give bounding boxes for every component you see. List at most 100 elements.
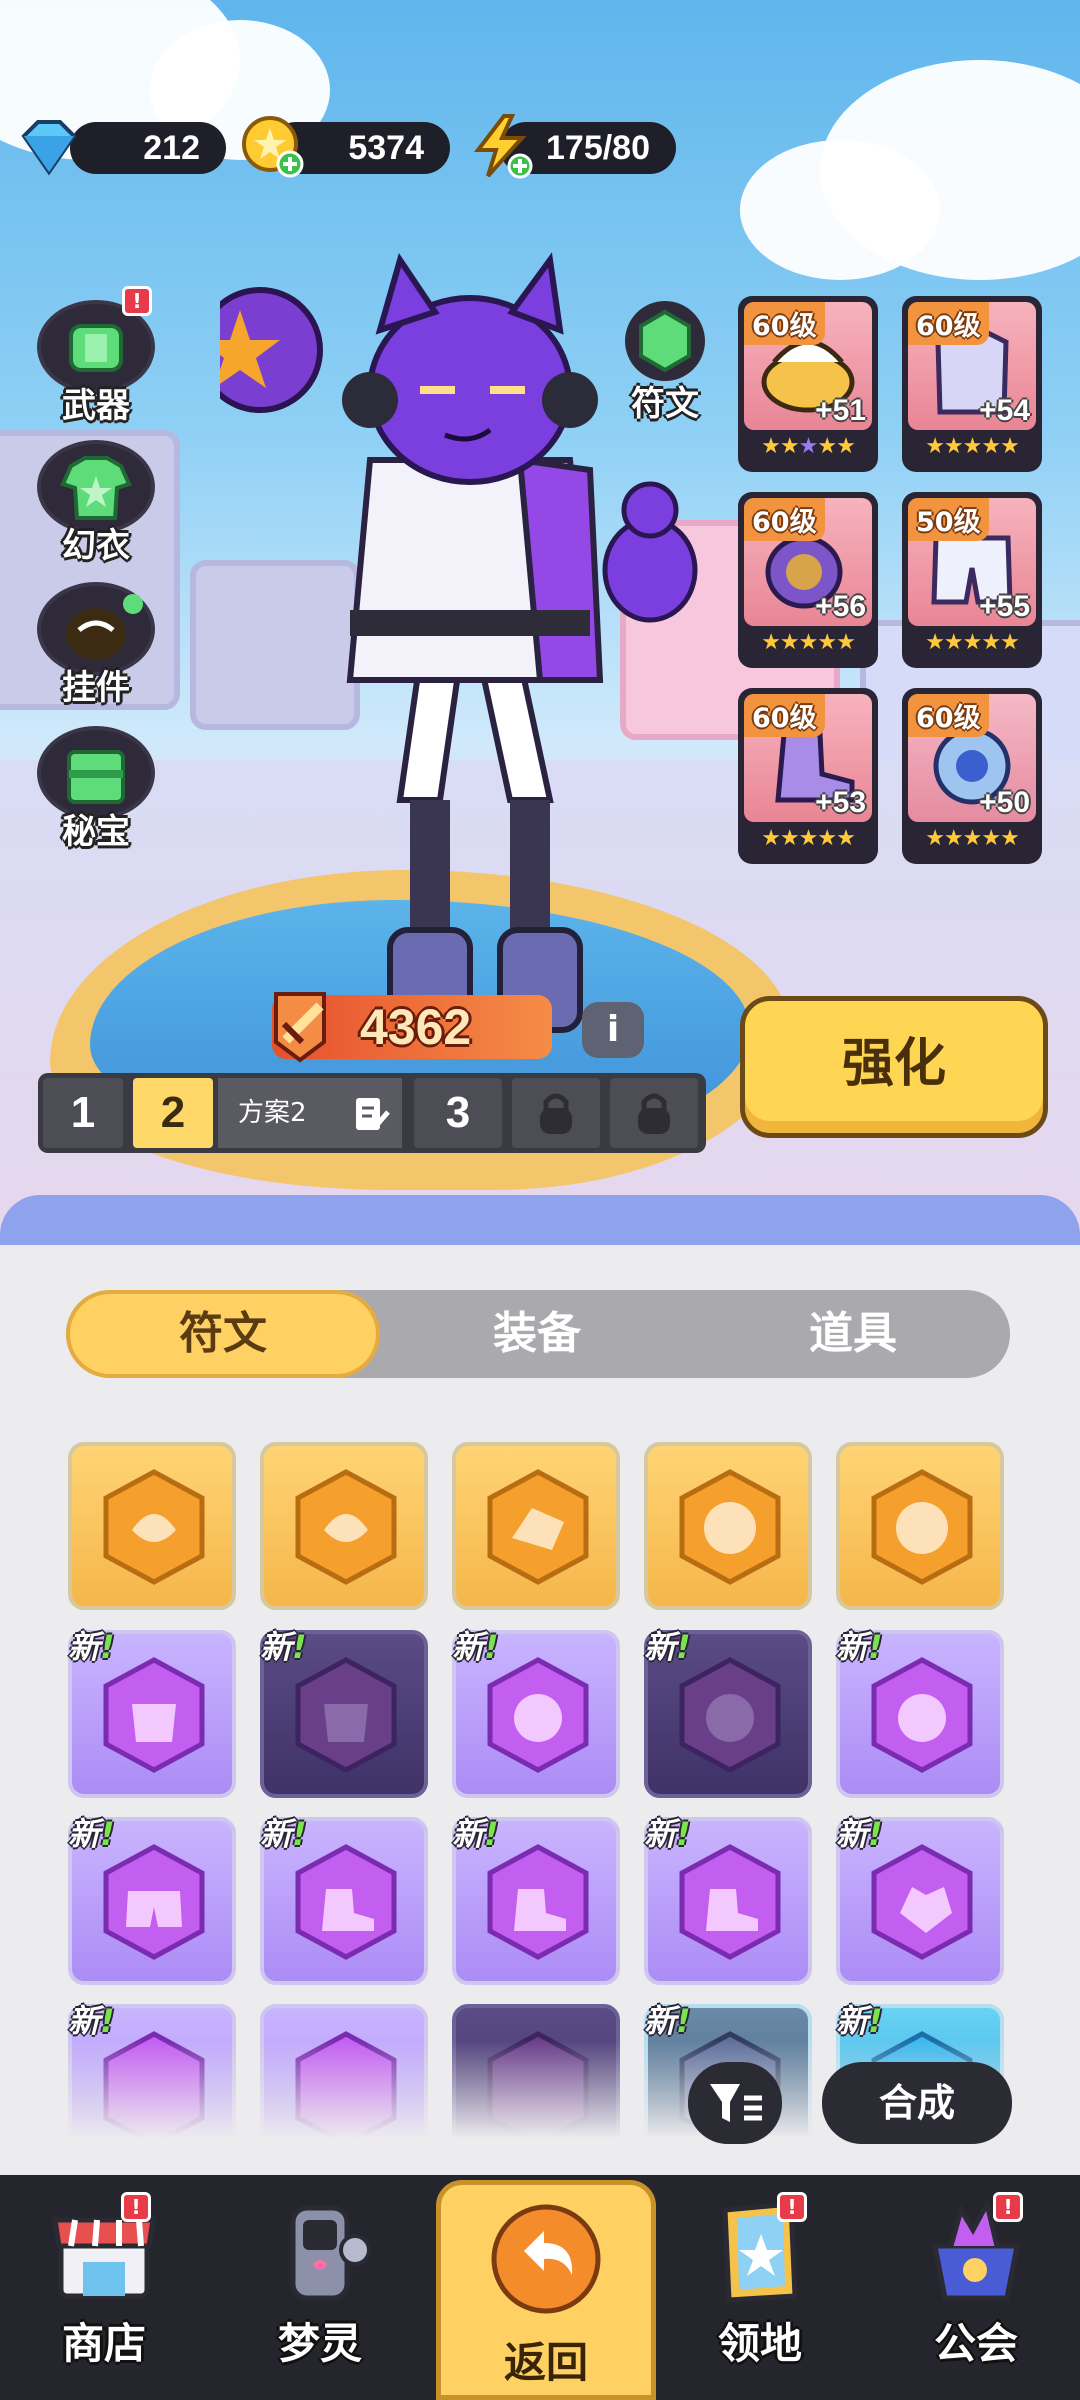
rune-gold-icon (679, 1469, 781, 1585)
new-badge: 新! (836, 1815, 883, 1853)
plan-5-locked[interactable] (610, 1078, 698, 1148)
coin-add-icon[interactable] (238, 112, 308, 182)
rune-slot[interactable] (452, 1442, 620, 1610)
gear-stars: ★★★★★ (761, 434, 856, 459)
nav-territory-label: 领地 (717, 2319, 802, 2368)
gear-enhance-level: +53 (815, 786, 866, 819)
edit-icon (356, 1098, 390, 1130)
compose-button[interactable]: 合成 (822, 2062, 1012, 2144)
gear-stars: ★★★★★ (925, 826, 1020, 851)
nav-territory[interactable]: ! 领地 (660, 2190, 860, 2400)
rune-slot[interactable]: 新! (68, 1815, 236, 1985)
rune-slot[interactable]: 新! (836, 1628, 1004, 1798)
treasure-button[interactable]: 秘宝 (36, 726, 156, 866)
new-badge: 新! (452, 1628, 499, 1666)
outfit-label: 幻衣 (62, 526, 130, 566)
gear-stars: ★★★★★ (925, 434, 1020, 459)
nav-shop[interactable]: ! 商店 (4, 2190, 204, 2400)
plan-1-tab[interactable]: 1 (43, 1078, 123, 1148)
tab-runes[interactable]: 符文 (66, 1290, 380, 1378)
new-badge: 新! (68, 2002, 115, 2040)
rune-slot[interactable]: 新! (644, 1815, 812, 1985)
gear-enhance-level: +51 (815, 394, 866, 427)
guild-alert-badge: ! (993, 2192, 1023, 2222)
new-badge: 新! (836, 1628, 883, 1666)
pendant-label: 挂件 (62, 668, 130, 708)
gear-enhance-level: +54 (979, 394, 1030, 427)
gear-slot-bracer[interactable]: 60级 +56 ★★★★★ (738, 492, 878, 668)
gear-stars: ★★★★★ (761, 630, 856, 655)
rune-slot[interactable] (68, 1442, 236, 1610)
rune-purple-icon (487, 1844, 589, 1960)
dream-spirit-icon (290, 2205, 371, 2301)
outfit-button[interactable]: 幻衣 (36, 440, 156, 580)
gems-counter: 212 (70, 122, 226, 174)
rune-slot-equipped[interactable]: 新! (644, 1628, 812, 1798)
plan-2-tab[interactable]: 2 (133, 1078, 213, 1148)
new-badge: 新! (260, 1815, 307, 1853)
weapon-button[interactable]: 武器 ! (36, 286, 156, 440)
rune-slot[interactable] (260, 1442, 428, 1610)
nav-guild[interactable]: ! 公会 (876, 2190, 1076, 2400)
rune-purple-icon (487, 1657, 589, 1773)
gear-slot-helmet[interactable]: 60级 +51 ★★★★★ (738, 296, 878, 472)
rune-slot[interactable]: 新! (452, 1628, 620, 1798)
new-badge: 新! (260, 1628, 307, 1666)
pendant-button[interactable]: 挂件 (36, 582, 156, 722)
rune-slot[interactable] (644, 1442, 812, 1610)
territory-alert-badge: ! (777, 2192, 807, 2222)
rune-slot[interactable]: 新! (836, 1815, 1004, 1985)
new-badge: 新! (68, 1628, 115, 1666)
gear-level: 60级 (744, 694, 825, 737)
gear-slot-accessory[interactable]: 60级 +50 ★★★★★ (902, 688, 1042, 864)
rune-slot[interactable]: 新! (452, 1815, 620, 1985)
rune-purple-icon (679, 1844, 781, 1960)
rune-purple-icon (871, 1844, 973, 1960)
rune-slot-equipped[interactable]: 新! (260, 1628, 428, 1798)
new-badge: 新! (68, 1815, 115, 1853)
nav-back-label: 返回 (503, 2338, 588, 2387)
info-button[interactable]: i (582, 1002, 644, 1058)
plan-name-edit[interactable]: 方案2 (218, 1078, 402, 1148)
gear-slot-armor[interactable]: 60级 +54 ★★★★★ (902, 296, 1042, 472)
treasure-label: 秘宝 (62, 812, 130, 852)
gear-enhance-level: +56 (815, 590, 866, 623)
new-badge: 新! (836, 2002, 883, 2040)
gear-slot-pants[interactable]: 50级 +55 ★★★★★ (902, 492, 1042, 668)
new-badge: 新! (644, 2002, 691, 2040)
inventory-tabs: 符文 装备 道具 (66, 1290, 1010, 1378)
new-badge: 新! (452, 1815, 499, 1853)
new-badge: 新! (644, 1815, 691, 1853)
gem-icon (21, 120, 77, 176)
rune-gold-icon (871, 1469, 973, 1585)
rune-hexagon-icon (625, 301, 705, 381)
enhance-button[interactable]: 强化 (740, 996, 1048, 1138)
rune-purple-icon (103, 1844, 205, 1960)
filter-icon (710, 2084, 762, 2122)
tab-equipment[interactable]: 装备 (380, 1290, 694, 1378)
nav-dream-spirit[interactable]: 梦灵 (220, 2190, 420, 2400)
rune-purple-icon (295, 1844, 397, 1960)
plan-3-tab[interactable]: 3 (414, 1078, 502, 1148)
plan-selector: 1 2 方案2 3 (38, 1073, 706, 1153)
shop-alert-badge: ! (121, 2192, 151, 2222)
rune-slot[interactable]: 新! (260, 1815, 428, 1985)
rune-slot[interactable]: 新! (68, 1628, 236, 1798)
rune-dim-icon (679, 1657, 781, 1773)
rune-gold-icon (103, 1469, 205, 1585)
lock-icon (540, 1093, 572, 1134)
filter-button[interactable] (688, 2062, 782, 2144)
weapon-alert-badge: ! (122, 286, 152, 316)
plan-name-label: 方案2 (238, 1098, 307, 1128)
tab-items[interactable]: 道具 (696, 1290, 1010, 1378)
energy-add-icon[interactable] (466, 112, 536, 182)
rune-slot[interactable] (836, 1442, 1004, 1610)
rune-slot-button[interactable]: 符文 (612, 298, 718, 424)
rune-gold-icon (487, 1469, 589, 1585)
weapon-label: 武器 (62, 386, 130, 426)
plan-4-locked[interactable] (512, 1078, 600, 1148)
nav-back[interactable]: 返回 (436, 2180, 656, 2400)
gear-slot-boots[interactable]: 60级 +53 ★★★★★ (738, 688, 878, 864)
gear-enhance-level: +55 (979, 590, 1030, 623)
gear-level: 50级 (908, 498, 989, 541)
